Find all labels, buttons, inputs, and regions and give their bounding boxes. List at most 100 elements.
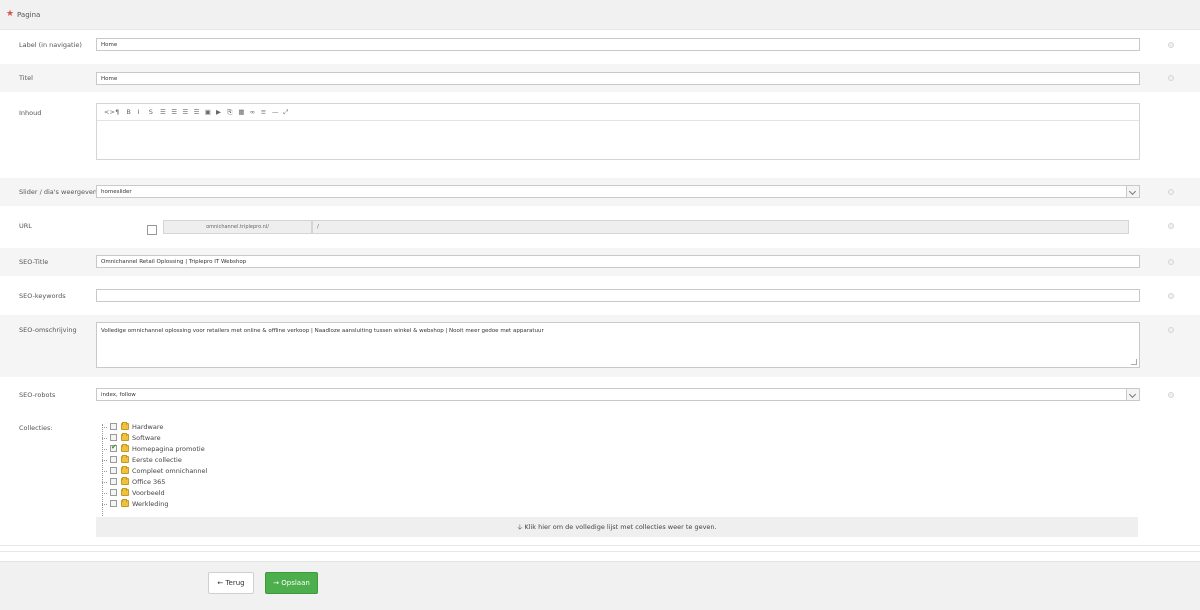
collection-item: Eerste collectie (100, 455, 300, 465)
collection-checkbox[interactable] (110, 456, 117, 463)
seo-robots-field-label: SEO-robots (19, 391, 56, 399)
collection-name[interactable]: Eerste collectie (132, 455, 182, 465)
collection-item: Office 365 (100, 477, 300, 487)
collection-name[interactable]: Office 365 (132, 477, 165, 487)
collection-item: Voorbeeld (100, 488, 300, 498)
url-field-label: URL (19, 222, 32, 230)
save-button[interactable]: → Opslaan (265, 572, 318, 594)
url-prefix: omnichannel.triplepro.nl/ (163, 220, 312, 234)
collection-item: Werkleding (100, 499, 300, 509)
align-icon[interactable]: ≡ (261, 108, 266, 116)
inhoud-field-label: Inhoud (19, 109, 42, 117)
page-form: ★ Pagina Label (in navigatie) Home Titel… (0, 0, 1200, 610)
collection-checkbox[interactable] (110, 489, 117, 496)
collection-item: Software (100, 433, 300, 443)
content-editor[interactable]: <> ¶ B I S ☰ ☰ ☰ ☰ ▣ ▶ ⎘ ▦ ∞ ≡ — ⤢ (96, 103, 1140, 160)
link-icon[interactable]: ∞ (250, 108, 255, 116)
paragraph-icon[interactable]: ¶ (115, 108, 119, 116)
collection-name[interactable]: Voorbeeld (132, 488, 165, 498)
info-icon[interactable] (1168, 293, 1174, 299)
collection-name[interactable]: Werkleding (132, 499, 168, 509)
folder-icon (121, 466, 129, 474)
back-button[interactable]: ← Terug (208, 572, 254, 594)
chevron-down-icon (1126, 186, 1139, 197)
bold-icon[interactable]: B (126, 108, 130, 116)
slider-select-value: homeslider (101, 189, 132, 195)
arrow-left-icon: ← (217, 579, 224, 587)
folder-icon (121, 433, 129, 441)
resize-handle-icon[interactable] (1131, 359, 1137, 365)
titel-input[interactable]: Home (96, 72, 1140, 85)
folder-icon (121, 488, 129, 496)
seo-robots-select[interactable]: index, follow (96, 388, 1140, 401)
collection-name[interactable]: Software (132, 433, 161, 443)
url-path-input[interactable]: / (312, 220, 1129, 234)
seo-keywords-input[interactable] (96, 289, 1140, 302)
tree-branch (102, 504, 107, 505)
video-icon[interactable]: ▶ (216, 108, 221, 116)
collection-item: Hardware (100, 422, 300, 432)
save-button-label: Opslaan (281, 579, 310, 587)
code-icon[interactable]: <> (104, 108, 115, 116)
horizontal-rule-icon[interactable]: — (272, 108, 279, 116)
table-icon[interactable]: ▦ (238, 108, 244, 116)
collection-checkbox[interactable] (110, 434, 117, 441)
info-icon[interactable] (1168, 259, 1174, 265)
divider (0, 551, 1200, 552)
info-icon[interactable] (1168, 42, 1174, 48)
slider-select[interactable]: homeslider (96, 185, 1140, 198)
folder-icon (121, 477, 129, 485)
slider-field-label: Slider / dia's weergeven (19, 188, 97, 196)
collection-checkbox[interactable] (110, 423, 117, 430)
strikethrough-icon[interactable]: S (149, 108, 153, 116)
show-all-collections-label: Klik hier om de volledige lijst met coll… (524, 523, 717, 531)
arrow-down-icon: 🡣 (517, 523, 523, 531)
label-input[interactable]: Home (96, 38, 1140, 51)
info-icon[interactable] (1168, 327, 1174, 333)
seo-robots-select-value: index, follow (101, 392, 136, 398)
fullscreen-icon[interactable]: ⤢ (283, 108, 288, 116)
file-icon[interactable]: ⎘ (227, 108, 232, 116)
collection-name[interactable]: Homepagina promotie (132, 444, 205, 454)
unordered-list-icon[interactable]: ☰ (160, 108, 166, 116)
folder-icon (121, 499, 129, 507)
seo-omschrijving-text: Volledige omnichannel oplossing voor ret… (101, 328, 544, 334)
info-icon[interactable] (1168, 75, 1174, 81)
collection-name[interactable]: Compleet omnichannel (132, 466, 207, 476)
collection-name[interactable]: Hardware (132, 422, 163, 432)
outdent-icon[interactable]: ☰ (182, 108, 188, 116)
folder-icon (121, 422, 129, 430)
form-footer: ← Terug → Opslaan (0, 561, 1200, 610)
url-checkbox[interactable] (147, 225, 157, 235)
back-button-label: Terug (225, 579, 245, 587)
collection-checkbox[interactable] (110, 443, 117, 452)
seo-title-input[interactable]: Omnichannel Retail Oplossing | Triplepro… (96, 255, 1140, 268)
collections-tree: HardwareSoftwareHomepagina promotieEerst… (100, 422, 300, 522)
folder-icon (121, 444, 129, 452)
image-icon[interactable]: ▣ (205, 108, 211, 116)
show-all-collections-button[interactable]: 🡣 Klik hier om de volledige lijst met col… (96, 517, 1138, 537)
info-icon[interactable] (1168, 223, 1174, 229)
info-icon[interactable] (1168, 392, 1174, 398)
seo-omschrijving-field-label: SEO-omschrijving (19, 326, 77, 334)
collection-checkbox[interactable] (110, 478, 117, 485)
required-star-icon: ★ (6, 9, 15, 19)
tree-branch (102, 482, 107, 483)
collection-checkbox[interactable] (110, 467, 117, 474)
tree-branch (102, 460, 107, 461)
tree-branch (102, 438, 107, 439)
tree-branch (102, 449, 107, 450)
titel-field-label: Titel (19, 74, 33, 82)
ordered-list-icon[interactable]: ☰ (171, 108, 177, 116)
info-icon[interactable] (1168, 189, 1174, 195)
seo-title-field-label: SEO-Title (19, 258, 49, 266)
section-title: Pagina (17, 11, 41, 19)
collection-checkbox[interactable] (110, 500, 117, 507)
seo-omschrijving-textarea[interactable]: Volledige omnichannel oplossing voor ret… (96, 322, 1140, 368)
collecties-field-label: Collecties: (19, 424, 53, 432)
italic-icon[interactable]: I (138, 108, 140, 116)
tree-branch (102, 471, 107, 472)
indent-icon[interactable]: ☰ (194, 108, 200, 116)
collection-item: Homepagina promotie (100, 443, 300, 454)
section-header: ★ Pagina (0, 0, 1200, 30)
